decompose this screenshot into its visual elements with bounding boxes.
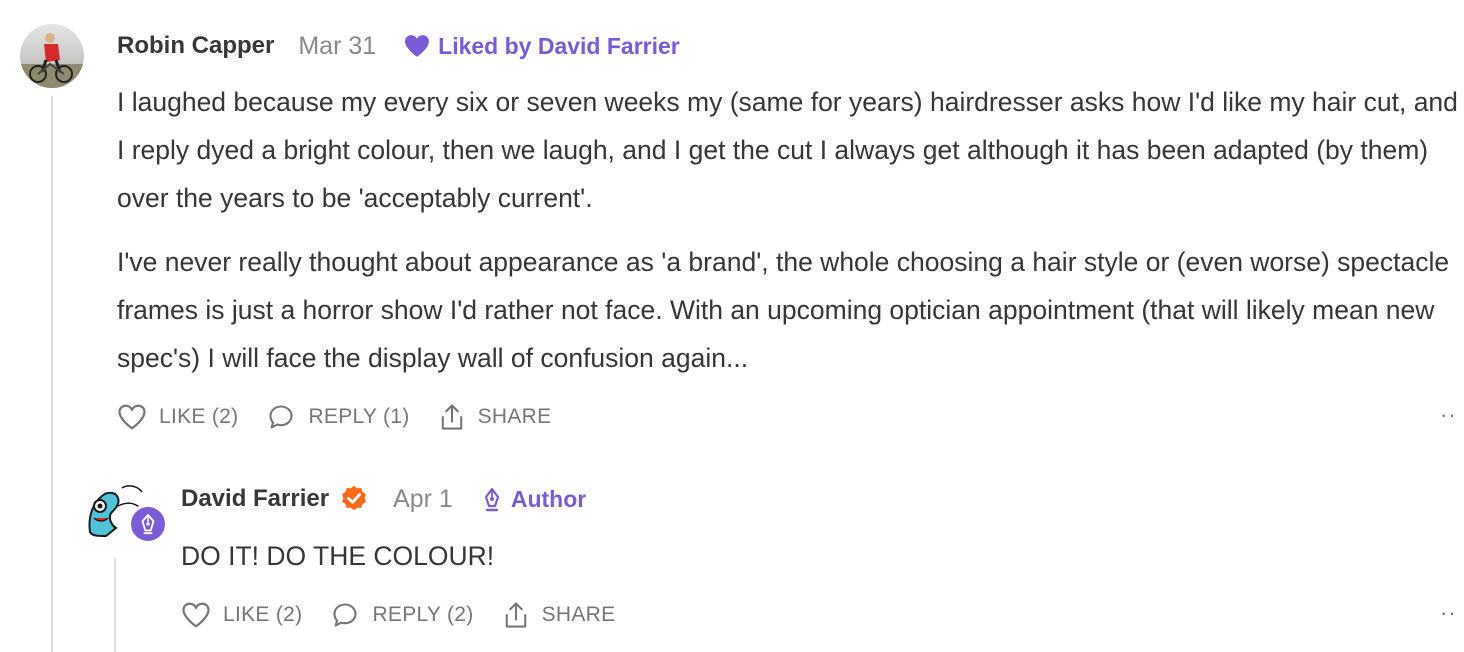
reply-button[interactable]: REPLY (1): [266, 403, 409, 431]
share-icon: [441, 404, 462, 430]
comment-header: David Farrier Apr 1 Author: [181, 480, 586, 518]
thread-line-reply: [114, 558, 116, 652]
pen-nib-icon: [484, 487, 499, 512]
comment-actions: LIKE (2) REPLY (1) SHARE: [117, 400, 579, 434]
reply-label: REPLY (1): [308, 405, 410, 428]
author-tag-label: Author: [510, 485, 587, 512]
avatar[interactable]: [20, 24, 84, 88]
share-label: SHARE: [477, 405, 552, 428]
comment-actions: LIKE (2) REPLY (2) SHARE: [181, 598, 643, 632]
comment-paragraph: I've never really thought about appearan…: [117, 247, 1450, 373]
heart-icon: [182, 602, 210, 628]
comment-bubble-icon: [269, 405, 293, 429]
like-button[interactable]: LIKE (2): [117, 403, 238, 431]
thread-line-main: [51, 96, 53, 652]
comment-bubble-icon: [333, 603, 357, 627]
comment-body: I laughed because my every six or seven …: [117, 78, 1462, 398]
pen-nib-icon: [141, 513, 155, 535]
author-badge: [128, 504, 168, 544]
comment-paragraph: I laughed because my every six or seven …: [117, 87, 1458, 213]
share-button[interactable]: SHARE: [438, 402, 552, 432]
share-label: SHARE: [541, 603, 616, 626]
more-options-button[interactable]: ··: [1440, 402, 1457, 428]
share-icon: [505, 602, 526, 628]
comment-date[interactable]: Apr 1: [393, 485, 453, 514]
liked-by-badge: Liked by David Farrier: [404, 33, 680, 60]
heart-icon: [118, 404, 146, 430]
verified-check-icon: [342, 485, 366, 511]
cyclist-photo: [20, 33, 84, 88]
comment-date[interactable]: Mar 31: [298, 32, 376, 61]
heart-icon: [405, 35, 430, 57]
like-label: LIKE (2): [223, 603, 303, 626]
comment-paragraph: DO IT! DO THE COLOUR!: [181, 541, 495, 571]
share-button[interactable]: SHARE: [502, 600, 616, 630]
like-label: LIKE (2): [159, 405, 239, 428]
author-name[interactable]: Robin Capper: [117, 32, 274, 60]
author-name[interactable]: David Farrier: [181, 485, 329, 513]
author-tag: Author: [481, 486, 586, 513]
like-button[interactable]: LIKE (2): [181, 601, 302, 629]
reply-label: REPLY (2): [372, 603, 474, 626]
more-options-button[interactable]: ··: [1440, 600, 1457, 626]
comment-header: Robin Capper Mar 31 Liked by David Farri…: [117, 28, 680, 64]
reply-button[interactable]: REPLY (2): [330, 601, 473, 629]
comment-body: DO IT! DO THE COLOUR!: [181, 532, 1451, 596]
liked-by-label: Liked by David Farrier: [438, 32, 680, 59]
